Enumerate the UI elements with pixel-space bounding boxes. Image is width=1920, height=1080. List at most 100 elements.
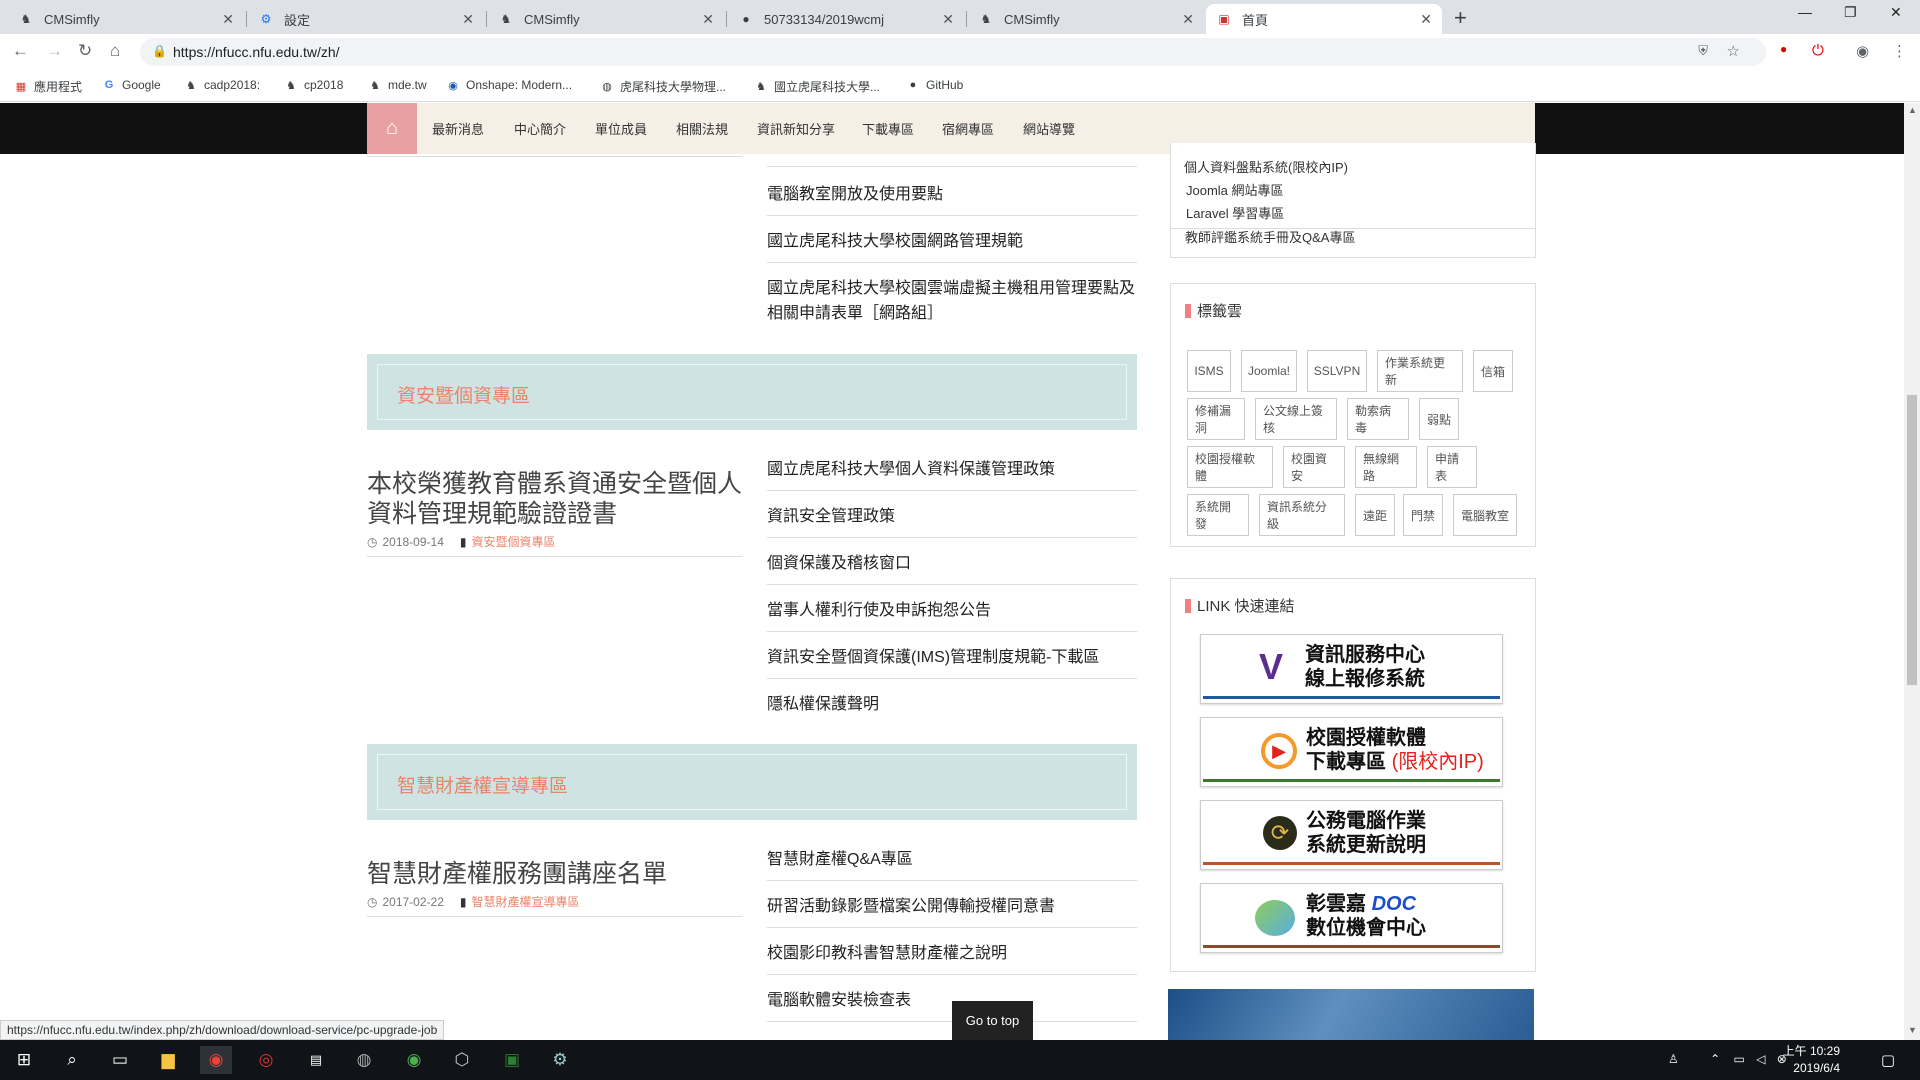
banner-image[interactable] — [1168, 989, 1534, 1040]
quick-link-software[interactable]: ▶ 校園授權軟體 下載專區 (限校內IP) — [1200, 717, 1503, 787]
scroll-down-icon[interactable]: ▼ — [1908, 1025, 1917, 1035]
bookmark-item[interactable]: ♞ 國立虎尾科技大學... — [754, 78, 880, 95]
reload-icon[interactable]: ↻ — [78, 41, 92, 61]
app-icon[interactable]: ▣ — [496, 1046, 528, 1074]
nav-item[interactable]: 最新消息 — [432, 119, 484, 138]
maximize-icon[interactable]: ❐ — [1844, 4, 1857, 21]
tag[interactable]: 公文線上簽核 — [1255, 398, 1337, 440]
app-icon[interactable]: ◉ — [398, 1046, 430, 1074]
app-icon[interactable]: ◍ — [348, 1046, 380, 1074]
star-icon[interactable]: ☆ — [1727, 42, 1740, 60]
tag[interactable]: 修補漏洞 — [1187, 398, 1245, 440]
bookmark-item[interactable]: ● GitHub — [906, 78, 964, 92]
page-scrollbar[interactable]: ▲ ▼ — [1904, 103, 1920, 1040]
tag[interactable]: 系統開發 — [1187, 494, 1249, 536]
extension-icon[interactable]: ⏻ — [1812, 42, 1824, 59]
download-link[interactable]: 國立虎尾科技大學校園網路管理規範 — [767, 229, 1137, 263]
windows-start-icon[interactable]: ⊞ — [8, 1046, 40, 1074]
browser-tab[interactable]: ⚙ 設定 ✕ — [248, 4, 484, 34]
download-link[interactable]: 校園影印教科書智慧財產權之說明 — [767, 941, 1137, 975]
sidebar-link[interactable]: Joomla 網站專區 — [1186, 180, 1284, 199]
tag[interactable]: 門禁 — [1403, 494, 1443, 536]
close-tab-icon[interactable]: ✕ — [1182, 11, 1194, 28]
bookmark-item[interactable]: ♞ cp2018 — [284, 78, 343, 92]
tag[interactable]: 作業系統更新 — [1377, 350, 1463, 392]
nav-item[interactable]: 單位成員 — [595, 119, 647, 138]
terminal-icon[interactable]: ▤ — [300, 1046, 332, 1074]
download-link[interactable]: 研習活動錄影暨檔案公開傳輸授權同意書 — [767, 894, 1137, 928]
sidebar-link[interactable]: 個人資料盤點系統(限校內IP) — [1184, 157, 1348, 176]
download-link[interactable]: 資訊安全管理政策 — [767, 504, 1137, 538]
tag[interactable]: 電腦教室 — [1453, 494, 1517, 536]
tag[interactable]: 校園授權軟體 — [1187, 446, 1273, 488]
browser-tab[interactable]: ● 50733134/2019wcmj ✕ — [728, 4, 964, 34]
bookmark-item[interactable]: ◍ 虎尾科技大學物理... — [600, 78, 726, 95]
file-explorer-icon[interactable]: ▆ — [152, 1046, 184, 1074]
adblock-icon[interactable]: ● — [1780, 42, 1787, 56]
tag[interactable]: 遠距 — [1355, 494, 1395, 536]
app-icon[interactable]: ⬡ — [446, 1046, 478, 1074]
download-link[interactable]: 資訊安全暨個資保護(IMS)管理制度規範-下載區 — [767, 645, 1137, 679]
nav-item[interactable]: 相關法規 — [676, 119, 728, 138]
nav-item[interactable]: 網站導覽 — [1023, 119, 1075, 138]
bookmark-item[interactable]: ♞ cadp2018: — [184, 78, 260, 92]
nav-item[interactable]: 中心簡介 — [514, 119, 566, 138]
post-title[interactable]: 智慧財產權服務團講座名單 — [367, 859, 742, 889]
new-tab-button[interactable]: + — [1454, 5, 1467, 31]
nav-item[interactable]: 下載專區 — [862, 119, 914, 138]
download-link[interactable]: 電腦教室開放及使用要點 — [767, 182, 1137, 216]
close-tab-icon[interactable]: ✕ — [222, 11, 234, 28]
download-link[interactable]: 國立虎尾科技大學個人資料保護管理政策 — [767, 457, 1137, 491]
quick-link-doc[interactable]: 彰雲嘉 DOC 數位機會中心 — [1200, 883, 1503, 953]
chrome-icon[interactable]: ◉ — [200, 1046, 232, 1074]
tag[interactable]: Joomla! — [1241, 350, 1297, 392]
app-icon[interactable]: ◎ — [250, 1046, 282, 1074]
tag[interactable]: 資訊系統分級 — [1259, 494, 1345, 536]
tag[interactable]: 弱點 — [1419, 398, 1459, 440]
browser-tab-active[interactable]: ▣ 首頁 ✕ — [1206, 4, 1442, 34]
tag[interactable]: 勒索病毒 — [1347, 398, 1409, 440]
browser-tab[interactable]: ♞ CMSimfly ✕ — [8, 4, 244, 34]
address-bar[interactable]: 🔒 https://nfucc.nfu.edu.tw/zh/ ⛨ ☆ — [140, 38, 1766, 66]
translate-icon[interactable]: ⛨ — [1698, 43, 1708, 59]
menu-icon[interactable]: ⋮ — [1892, 42, 1907, 60]
close-tab-icon[interactable]: ✕ — [942, 11, 954, 28]
tag[interactable]: 信箱 — [1473, 350, 1513, 392]
people-icon[interactable]: ♙ — [1668, 1052, 1679, 1066]
forward-icon[interactable]: → — [46, 41, 63, 61]
task-view-icon[interactable]: ▭ — [104, 1046, 136, 1074]
tag[interactable]: 校園資安 — [1283, 446, 1345, 488]
minimize-icon[interactable]: — — [1798, 4, 1812, 20]
download-link[interactable]: 智慧財產權Q&A專區 — [767, 847, 1137, 881]
go-to-top-button[interactable]: Go to top — [952, 1001, 1033, 1040]
tag[interactable]: 申請表 — [1427, 446, 1477, 488]
close-tab-icon[interactable]: ✕ — [462, 11, 474, 28]
download-link[interactable]: 當事人權利行使及申訴抱怨公告 — [767, 598, 1137, 632]
profile-icon[interactable]: ◉ — [1856, 42, 1869, 60]
browser-tab[interactable]: ♞ CMSimfly ✕ — [488, 4, 724, 34]
quick-link-update[interactable]: ⟳ 公務電腦作業 系統更新說明 — [1200, 800, 1503, 870]
bookmark-item[interactable]: ♞ mde.tw — [368, 78, 427, 92]
download-link[interactable]: 隱私權保護聲明 — [767, 692, 1137, 725]
bookmark-item[interactable]: G Google — [102, 78, 161, 92]
search-icon[interactable]: ⌕ — [56, 1046, 88, 1074]
app-icon[interactable]: ⚙ — [544, 1046, 576, 1074]
bookmark-item[interactable]: ▦ 應用程式 — [14, 78, 82, 95]
home-icon[interactable]: ⌂ — [110, 41, 120, 61]
tag[interactable]: 無線網路 — [1355, 446, 1417, 488]
notification-icon[interactable]: ▢ — [1872, 1046, 1904, 1074]
browser-tab[interactable]: ♞ CMSimfly ✕ — [968, 4, 1204, 34]
tag[interactable]: ISMS — [1187, 350, 1231, 392]
quick-link-repair[interactable]: V 資訊服務中心 線上報修系統 — [1200, 634, 1503, 704]
home-nav-icon[interactable]: ⌂ — [367, 103, 417, 154]
download-link[interactable]: 國立虎尾科技大學校園雲端虛擬主機租用管理要點及相關申請表單［網路組］ — [767, 276, 1137, 334]
back-icon[interactable]: ← — [12, 41, 29, 61]
url-text[interactable]: https://nfucc.nfu.edu.tw/zh/ — [173, 44, 340, 60]
nav-item[interactable]: 資訊新知分享 — [757, 119, 835, 138]
download-link[interactable]: 個資保護及稽核窗口 — [767, 551, 1137, 585]
post-title[interactable]: 本校榮獲教育體系資通安全暨個人資料管理規範驗證證書 — [367, 469, 742, 529]
nav-item[interactable]: 宿網專區 — [942, 119, 994, 138]
bookmark-item[interactable]: ◉ Onshape: Modern... — [446, 78, 572, 92]
network-icon[interactable]: ▭ — [1734, 1052, 1745, 1066]
close-tab-icon[interactable]: ✕ — [1420, 11, 1432, 28]
